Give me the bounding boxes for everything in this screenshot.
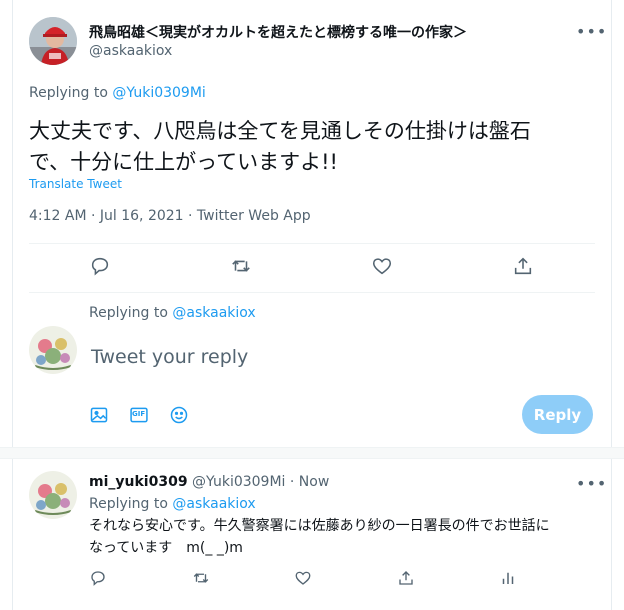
reply-text: それなら安心です。牛久警察署には佐藤あり紗の一日署長の件でお世話に なっています… <box>89 515 550 559</box>
gif-icon[interactable]: GIF <box>127 403 151 427</box>
replying-to-line: Replying to @Yuki0309Mi <box>29 85 206 101</box>
reply-text-line-2: なっています m(_ _)m <box>89 540 243 556</box>
replying-to-link[interactable]: @Yuki0309Mi <box>112 85 205 101</box>
analytics-icon[interactable] <box>496 566 520 590</box>
share-icon[interactable] <box>394 566 418 590</box>
reply-text-line-1: それなら安心です。牛久警察署には佐藤あり紗の一日署長の件でお世話に <box>89 518 550 534</box>
like-icon[interactable] <box>291 566 315 590</box>
user-avatar[interactable] <box>29 326 77 374</box>
author-display-name[interactable]: 飛鳥昭雄＜現実がオカルトを超えたと標榜する唯一の作家＞ <box>89 22 467 42</box>
retweet-icon[interactable] <box>189 566 213 590</box>
author-avatar[interactable] <box>29 17 77 65</box>
tweet-timestamp[interactable]: 4:12 AM · Jul 16, 2021 · Twitter Web App <box>29 208 311 224</box>
reply-icon[interactable] <box>88 254 112 278</box>
composer-replying-link[interactable]: @askaakiox <box>172 305 255 321</box>
more-icon[interactable]: ••• <box>576 22 607 41</box>
more-icon[interactable]: ••• <box>576 474 607 493</box>
retweet-icon[interactable] <box>229 254 253 278</box>
emoji-icon[interactable] <box>167 403 191 427</box>
reply-time[interactable]: · Now <box>290 474 329 490</box>
tweet-text-line-2: で、十分に仕上がっていますよ!! <box>29 150 338 174</box>
tweet-text-line-1: 大丈夫です、八咫烏は全てを見通しその仕掛けは盤石 <box>29 119 531 143</box>
reply-author-handle[interactable]: @Yuki0309Mi <box>192 474 285 490</box>
divider <box>29 243 595 244</box>
reply-input[interactable]: Tweet your reply <box>91 346 571 368</box>
reply-replying-to-line: Replying to @askaakiox <box>89 496 256 512</box>
author-handle[interactable]: @askaakiox <box>89 43 172 59</box>
share-icon[interactable] <box>511 254 535 278</box>
reply-author-avatar[interactable] <box>29 471 77 519</box>
reply-replying-link[interactable]: @askaakiox <box>172 496 255 512</box>
reply-button[interactable]: Reply <box>522 395 593 434</box>
image-icon[interactable] <box>87 403 111 427</box>
reply-icon[interactable] <box>86 566 110 590</box>
reply-header: mi_yuki0309 @Yuki0309Mi · Now <box>89 474 329 490</box>
gif-label: GIF <box>132 410 146 418</box>
composer-replying-prefix: Replying to <box>89 305 168 321</box>
divider <box>29 292 595 293</box>
composer-replying-to-line: Replying to @askaakiox <box>89 305 256 321</box>
replying-to-prefix: Replying to <box>29 85 108 101</box>
section-separator <box>0 447 624 459</box>
reply-author-display-name[interactable]: mi_yuki0309 <box>89 474 188 490</box>
reply-replying-prefix: Replying to <box>89 496 168 512</box>
tweet-text: 大丈夫です、八咫烏は全てを見通しその仕掛けは盤石 で、十分に仕上がっていますよ!… <box>29 116 531 178</box>
translate-tweet-link[interactable]: Translate Tweet <box>29 177 122 191</box>
like-icon[interactable] <box>370 254 394 278</box>
